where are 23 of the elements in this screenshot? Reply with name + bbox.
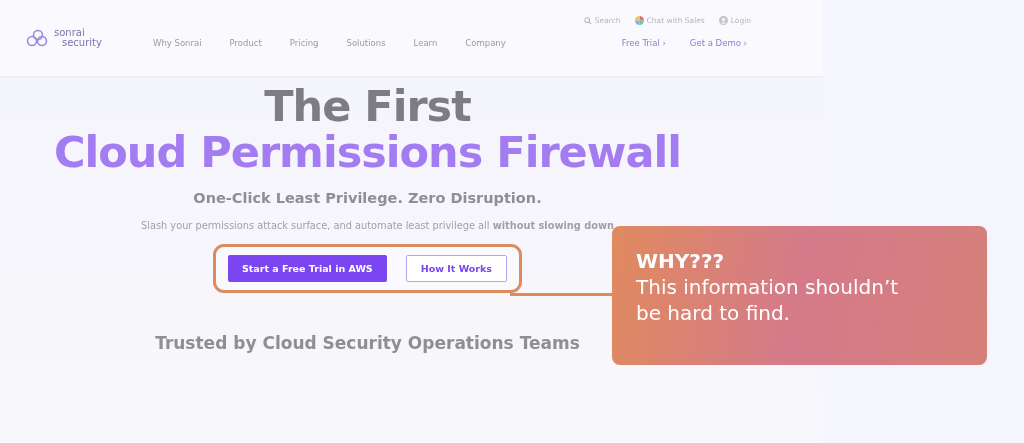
nav-link[interactable]: Pricing (289, 38, 319, 48)
cta-link[interactable]: Free Trial › (621, 38, 666, 48)
callout-text: This information shouldn’t be hard to find. (636, 274, 900, 326)
trusted-heading: Trusted by Cloud Security Operations Teams (155, 333, 580, 354)
callout-title: WHY??? (636, 248, 726, 274)
search-icon (583, 16, 592, 25)
tagline: One-Click Least Privilege. Zero Disruption. (193, 190, 542, 207)
logo-text: sonrai (54, 28, 86, 38)
cloud-logo-icon (26, 29, 50, 47)
hero-title: Cloud Permissions Firewall (54, 129, 681, 177)
nav-link[interactable]: Solutions (346, 38, 386, 48)
chat-icon (634, 16, 644, 25)
cta-link[interactable]: Get a Demo › (689, 38, 747, 48)
nav-link[interactable]: Company (465, 38, 506, 48)
nav-link[interactable]: Product (229, 38, 262, 48)
user-icon (718, 16, 728, 25)
description: Slash your permissions attack surface, and automate least privilege all without slowing down (141, 220, 614, 232)
hero-title: The First (264, 84, 471, 130)
logo-text: security (61, 38, 102, 48)
nav-link[interactable]: Why Sonrai (153, 38, 202, 48)
free-trial-button[interactable]: Start a Free Trial in AWS (228, 255, 387, 283)
how-it-works-button[interactable]: How It Works (405, 255, 507, 283)
nav-link[interactable]: Learn (413, 38, 438, 48)
